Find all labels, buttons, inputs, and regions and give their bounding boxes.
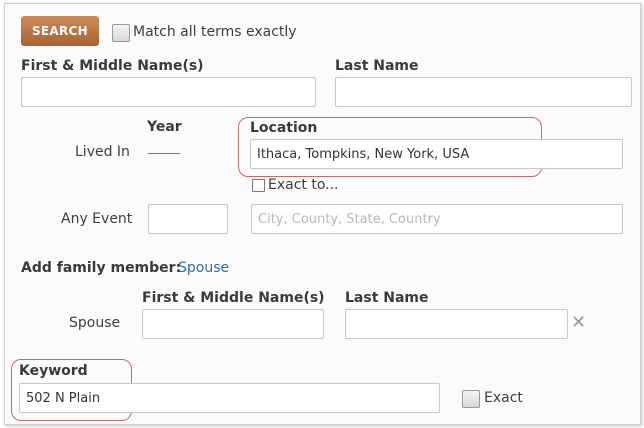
exact-to-checkbox[interactable]: [252, 179, 265, 192]
match-exact-checkbox[interactable]: [112, 24, 130, 42]
any-event-year-input[interactable]: [148, 204, 228, 234]
lived-in-label: Lived In: [75, 144, 130, 160]
add-family-heading: Add family member:: [21, 260, 182, 276]
any-event-location-input[interactable]: City, County, State, Country: [251, 204, 623, 234]
remove-spouse-close-icon[interactable]: ✕: [571, 314, 586, 332]
last-name-input[interactable]: [335, 77, 632, 107]
keyword-label: Keyword: [19, 363, 88, 379]
exact-to-label[interactable]: Exact to...: [268, 177, 339, 193]
keyword-exact-checkbox[interactable]: [462, 390, 480, 408]
last-name-label: Last Name: [335, 58, 419, 74]
match-exact-label: Match all terms exactly: [133, 24, 297, 40]
year-label: Year: [147, 119, 182, 135]
any-event-label: Any Event: [61, 211, 133, 227]
spouse-link[interactable]: Spouse: [178, 260, 229, 276]
spouse-last-name-input[interactable]: [345, 309, 568, 339]
spouse-last-name-label: Last Name: [345, 290, 429, 306]
first-name-label: First & Middle Name(s): [21, 58, 204, 74]
spouse-first-name-input[interactable]: [142, 309, 324, 339]
keyword-exact-label: Exact: [484, 390, 523, 406]
location-label: Location: [250, 120, 318, 136]
keyword-input[interactable]: 502 N Plain: [19, 383, 440, 413]
spouse-first-name-label: First & Middle Name(s): [142, 290, 325, 306]
search-button[interactable]: SEARCH: [21, 16, 99, 46]
spouse-row-label: Spouse: [69, 315, 121, 331]
lived-in-year-value: [148, 153, 180, 154]
search-form: SEARCH Match all terms exactly First & M…: [4, 3, 641, 425]
location-input[interactable]: Ithaca, Tompkins, New York, USA: [250, 139, 623, 169]
first-name-input[interactable]: [21, 77, 316, 107]
